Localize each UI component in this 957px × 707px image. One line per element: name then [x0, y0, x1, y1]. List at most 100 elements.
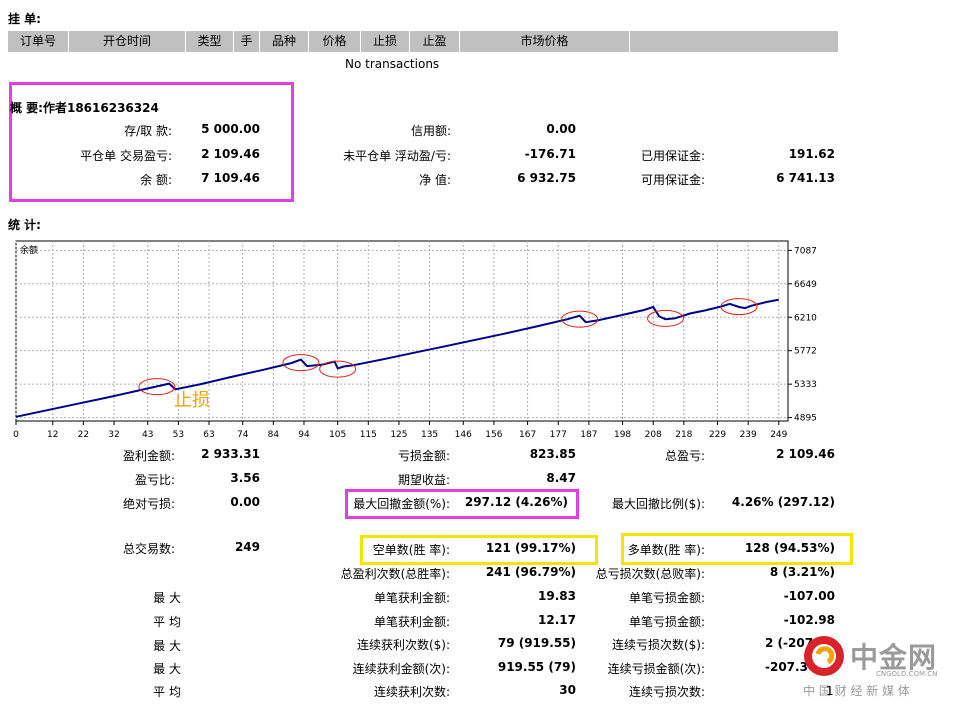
stat-value: 79 (919.55): [497, 636, 576, 650]
stat-label: 最大回撤比例($):: [611, 497, 705, 511]
stat-value: 919.55 (79): [497, 660, 576, 674]
stat-value: -107.00: [783, 589, 835, 603]
y-tick-label: 5772: [794, 347, 817, 357]
x-tick-label: 63: [203, 430, 214, 440]
x-tick-label: 156: [485, 430, 502, 440]
stat-label: 单笔亏损金额:: [628, 615, 705, 629]
col-sl[interactable]: 止损: [361, 31, 410, 52]
stat-label: 总盈亏:: [664, 449, 705, 463]
summary-value: 7 109.46: [201, 171, 260, 185]
x-tick-label: 167: [519, 430, 536, 440]
stat-value: 8 (3.21%): [769, 565, 835, 579]
stat-label: 亏损金额:: [397, 449, 450, 463]
stat-label: 总亏损次数(总败率):: [595, 567, 705, 581]
x-tick-label: 208: [645, 430, 662, 440]
chart-title: 余额: [20, 244, 38, 256]
summary-label: 余 额:: [140, 173, 172, 187]
page-number: 1: [826, 684, 834, 698]
stat-value: -102.98: [783, 613, 835, 627]
col-lots[interactable]: 手: [234, 31, 260, 52]
summary-value: 5 000.00: [201, 122, 260, 136]
y-tick-label: 7087: [794, 246, 817, 256]
x-tick-label: 146: [455, 430, 472, 440]
stat-value: 4.26% (297.12): [731, 495, 835, 509]
summary-label: 存/取 款:: [124, 124, 172, 138]
col-open-time[interactable]: 开仓时间: [69, 31, 186, 52]
y-tick-label: 6649: [794, 280, 817, 290]
summary-label: 信用额:: [410, 124, 451, 138]
x-tick-label: 53: [173, 430, 184, 440]
x-tick-label: 74: [237, 430, 249, 440]
y-tick-label: 4895: [794, 414, 817, 424]
x-tick-label: 94: [298, 430, 310, 440]
pending-table-header: 订单号 开仓时间 类型 手 品种 价格 止损 止盈 市场价格: [8, 31, 838, 52]
x-tick-label: 125: [390, 430, 407, 440]
stat-value: 241 (96.79%): [485, 565, 576, 579]
summary-value: 6 741.13: [776, 171, 835, 185]
stat-label: 最 大: [153, 591, 181, 605]
stat-value: 30: [559, 683, 576, 697]
pending-title: 挂 单:: [8, 12, 41, 26]
stat-label: 最大回撤金额(%):: [353, 497, 450, 511]
stat-label: 连续获利金额(次):: [352, 662, 450, 676]
stat-label: 平 均: [153, 615, 181, 629]
stat-label: 单笔亏损金额:: [628, 591, 705, 605]
plot-frame: [15, 240, 789, 422]
x-tick-label: 177: [550, 430, 567, 440]
balance-chart: 4895 5333 5772 6210 6649 7087 0 12 22 32 43 53 63 74…: [13, 240, 817, 440]
stat-label: 连续获利次数:: [373, 685, 450, 699]
summary-value: -176.71: [524, 147, 576, 161]
x-tick-label: 239: [740, 430, 757, 440]
stat-value: 121 (99.17%): [485, 541, 576, 555]
stat-value: 8.47: [546, 471, 576, 485]
stat-value: 2 109.46: [776, 447, 835, 461]
stat-label: 盈亏比:: [134, 473, 175, 487]
stat-value: 12.17: [538, 613, 576, 627]
stat-value: 19.83: [538, 589, 576, 603]
stat-label: 期望收益:: [397, 473, 450, 487]
stat-value: 297.12 (4.26%): [464, 495, 568, 509]
x-tick-label: 187: [580, 430, 597, 440]
col-price[interactable]: 价格: [309, 31, 361, 52]
stat-label: 连续亏损金额(次):: [607, 662, 705, 676]
stat-label: 盈利金额:: [122, 449, 175, 463]
stat-label: 空单数(胜 率):: [372, 543, 450, 557]
x-tick-label: 105: [329, 430, 346, 440]
stat-label: 平 均: [153, 685, 181, 699]
stat-value: 2 933.31: [201, 447, 260, 461]
summary-value: 0.00: [546, 122, 576, 136]
x-tick-label: 84: [268, 430, 280, 440]
stat-value: 0.00: [230, 495, 260, 509]
x-tick-label: 12: [47, 430, 58, 440]
x-tick-label: 218: [675, 430, 692, 440]
stat-label: 最 大: [153, 662, 181, 676]
x-tick-label: 43: [142, 430, 153, 440]
stat-value: 3.56: [230, 471, 260, 485]
stat-label: 绝对亏损:: [122, 497, 175, 511]
x-tick-label: 249: [770, 430, 787, 440]
stat-label: 单笔获利金额:: [373, 591, 450, 605]
x-tick-label: 229: [709, 430, 726, 440]
x-tick-label: 135: [421, 430, 438, 440]
x-tick-label: 115: [360, 430, 377, 440]
col-type[interactable]: 类型: [186, 31, 234, 52]
summary-label: 平仓单 交易盈亏:: [80, 149, 172, 163]
y-tick-label: 6210: [794, 313, 817, 323]
stat-label: 最 大: [153, 639, 181, 653]
col-symbol[interactable]: 品种: [260, 31, 309, 52]
x-tick-label: 0: [13, 430, 19, 440]
col-market-price[interactable]: 市场价格: [460, 31, 630, 52]
summary-label: 可用保证金:: [640, 173, 705, 187]
x-tick-label: 198: [614, 430, 631, 440]
col-order[interactable]: 订单号: [8, 31, 69, 52]
summary-value: 6 932.75: [517, 171, 576, 185]
stat-label: 多单数(胜 率):: [627, 543, 705, 557]
watermark-slogan: 中 国 财 经 新 媒 体: [803, 684, 910, 698]
col-tp[interactable]: 止盈: [410, 31, 460, 52]
stat-label: 连续获利次数($):: [356, 638, 450, 652]
stat-value: 249: [234, 540, 260, 554]
stat-label: 连续亏损次数($):: [611, 638, 705, 652]
y-tick-label: 5333: [794, 380, 817, 390]
summary-label: 净 值:: [419, 173, 451, 187]
col-extra[interactable]: [630, 31, 838, 52]
